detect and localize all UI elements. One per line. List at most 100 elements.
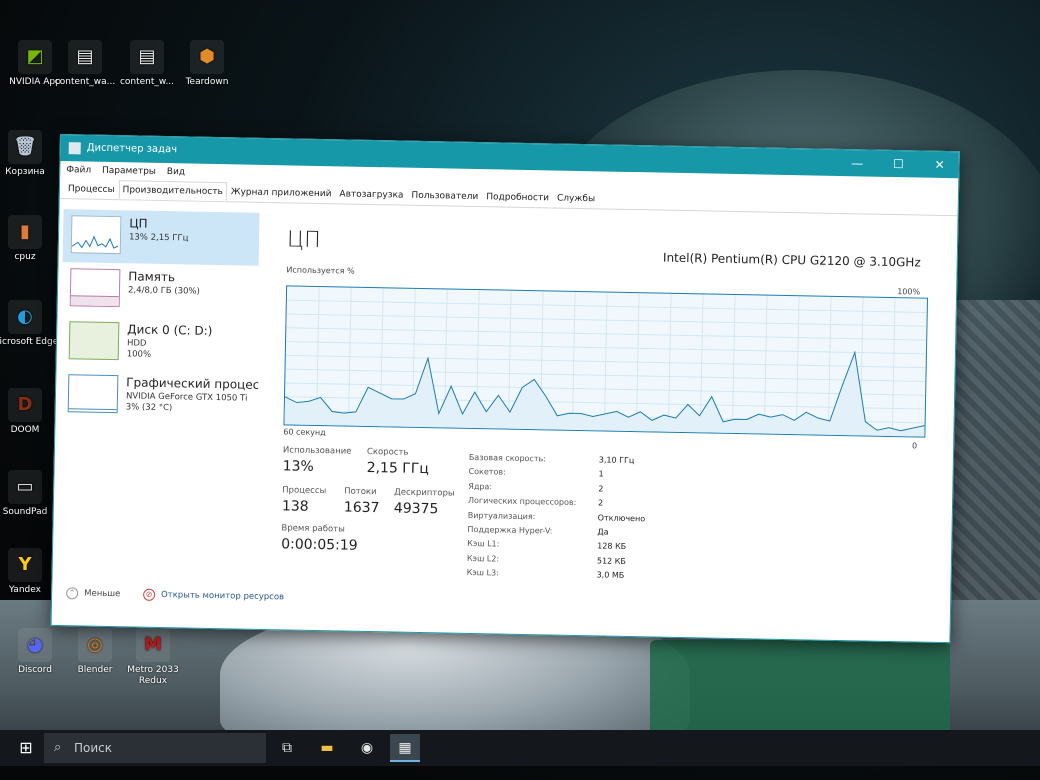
max-label: 100% bbox=[897, 287, 921, 297]
min-label: 0 bbox=[911, 441, 918, 451]
cpu-usage-graph bbox=[283, 285, 929, 438]
gpu-thumbnail bbox=[67, 374, 119, 414]
desktop-icon[interactable]: ▭ SoundPad bbox=[0, 470, 60, 518]
desktop-icon-label: SoundPad bbox=[2, 507, 48, 517]
resource-subtitle: HDD 100% bbox=[127, 338, 152, 360]
desktop-icon[interactable]: ▤ content_wa... bbox=[50, 40, 120, 88]
app-icon: 🗑 bbox=[8, 130, 42, 164]
spec-row: Кэш L3: 3,0 МБ bbox=[467, 566, 645, 584]
task-manager-icon bbox=[68, 142, 81, 155]
resource-monitor-link[interactable]: ⊘ Открыть монитор ресурсов bbox=[142, 588, 285, 603]
task-manager-window: Диспетчер задач — ☐ ✕ Файл Параметры Вид… bbox=[50, 134, 960, 644]
resource-gpu[interactable]: Графический процессор NVIDIA GeForce GTX… bbox=[59, 368, 258, 425]
resource-subtitle: 2,4/8,0 ГБ (30%) bbox=[127, 285, 200, 297]
time-label: 60 секунд bbox=[283, 427, 326, 438]
taskbar: ⊞ ⌕ Поиск ⧉ ▬ ◉ ▦ bbox=[0, 730, 1040, 766]
chevron-up-icon: ⌃ bbox=[66, 587, 79, 600]
stat-handles: Дескрипторы 49375 bbox=[394, 487, 455, 517]
app-icon: ◕ bbox=[18, 628, 52, 662]
desktop-icon[interactable]: M Metro 2033 Redux bbox=[118, 628, 188, 687]
app-icon: ▮ bbox=[8, 215, 42, 249]
menu-options[interactable]: Параметры bbox=[102, 166, 156, 177]
spec-value: 1 bbox=[598, 469, 604, 479]
spec-key: Кэш L3: bbox=[466, 568, 499, 578]
tab-users[interactable]: Пользователи bbox=[407, 186, 482, 206]
cpu-graph-svg bbox=[284, 286, 927, 437]
desktop-icon-label: content_wa... bbox=[54, 77, 116, 87]
tab-app-history[interactable]: Журнал приложений bbox=[227, 182, 336, 203]
stat-value: 1637 bbox=[343, 499, 380, 517]
tab-startup[interactable]: Автозагрузка bbox=[335, 184, 407, 204]
tab-processes[interactable]: Процессы bbox=[64, 179, 119, 199]
resource-disk[interactable]: Диск 0 (C: D:) HDD 100% bbox=[61, 315, 258, 372]
desktop-icon[interactable]: ▮ cpuz bbox=[0, 215, 60, 263]
minimize-icon[interactable]: — bbox=[838, 150, 876, 177]
windows-start-icon[interactable]: ⊞ bbox=[14, 736, 38, 760]
resource-memory[interactable]: Память 2,4/8,0 ГБ (30%) bbox=[62, 262, 259, 319]
app-icon: M bbox=[136, 628, 170, 662]
stat-uptime: Время работы 0:00:05:19 bbox=[281, 523, 358, 553]
desktop-icon-label: content_w... bbox=[119, 77, 175, 87]
tab-details[interactable]: Подробности bbox=[482, 187, 553, 207]
desktop-icon-label: Metro 2033 Redux bbox=[127, 665, 179, 686]
resource-monitor-label: Открыть монитор ресурсов bbox=[160, 590, 285, 603]
footer: ⌃ Меньше ⊘ Открыть монитор ресурсов bbox=[66, 587, 284, 603]
stat-speed: Скорость 2,15 ГГц bbox=[366, 447, 429, 477]
resource-subtitle: NVIDIA GeForce GTX 1050 Ti 3% (32 °C) bbox=[125, 391, 248, 414]
desktop-icon[interactable]: 🗑 Корзина bbox=[0, 130, 60, 178]
stat-label: Скорость bbox=[366, 446, 409, 458]
resource-monitor-icon: ⊘ bbox=[142, 588, 156, 601]
stat-label: Потоки bbox=[344, 486, 377, 498]
memory-thumbnail bbox=[69, 268, 121, 308]
resource-cpu[interactable]: ЦП 13% 2,15 ГГц bbox=[62, 209, 260, 266]
cpu-specs: Базовая скорость: 3,10 ГГц Сокетов: 1 Ядра: 2… bbox=[467, 451, 647, 584]
search-icon: ⌕ bbox=[54, 740, 62, 755]
close-icon[interactable]: ✕ bbox=[920, 152, 958, 179]
stat-value: 2,15 ГГц bbox=[366, 459, 430, 478]
window-controls: — ☐ ✕ bbox=[838, 150, 959, 178]
stat-label: Дескрипторы bbox=[394, 487, 455, 499]
spec-value: 128 КБ bbox=[597, 541, 627, 552]
app-icon: ▤ bbox=[68, 40, 102, 74]
desktop-icon[interactable]: ◐ Microsoft Edge bbox=[0, 300, 60, 348]
spec-value: 2 bbox=[597, 498, 604, 508]
tab-performance[interactable]: Производительность bbox=[118, 180, 227, 202]
resource-title: Память bbox=[128, 269, 176, 285]
cpu-thumbnail bbox=[70, 215, 122, 255]
desktop-icon[interactable]: D DOOM bbox=[0, 388, 60, 436]
desktop-icon-label: Yandex bbox=[9, 585, 41, 595]
stat-threads: Потоки 1637 bbox=[344, 487, 380, 517]
steam-icon[interactable]: ◉ bbox=[352, 734, 382, 762]
fewer-details-link[interactable]: ⌃ Меньше bbox=[66, 587, 123, 600]
resource-subtitle: 13% 2,15 ГГц bbox=[128, 232, 189, 244]
task-manager-taskbar-icon[interactable]: ▦ bbox=[390, 734, 420, 762]
stat-usage: Использование 13% bbox=[283, 445, 352, 475]
stat-value: 138 bbox=[281, 498, 309, 515]
desktop-icon-label: cpuz bbox=[14, 252, 36, 262]
stat-value: 13% bbox=[282, 458, 314, 475]
menu-view[interactable]: Вид bbox=[167, 167, 185, 177]
app-icon: ◩ bbox=[18, 40, 52, 74]
menu-file[interactable]: Файл bbox=[66, 165, 91, 175]
cpu-heading: ЦП bbox=[286, 227, 321, 254]
desktop-icon-label: DOOM bbox=[10, 425, 40, 435]
stat-label: Процессы bbox=[282, 485, 327, 497]
desktop-icon-label: Discord bbox=[18, 665, 52, 675]
fewer-details-label: Меньше bbox=[84, 588, 121, 600]
maximize-icon[interactable]: ☐ bbox=[879, 151, 917, 178]
app-icon: ▭ bbox=[8, 470, 42, 504]
desktop-icon[interactable]: ⬢ Teardown bbox=[172, 40, 242, 88]
app-icon: ◐ bbox=[8, 300, 42, 334]
tab-services[interactable]: Службы bbox=[553, 188, 599, 208]
stat-value: 49375 bbox=[393, 500, 439, 518]
search-box[interactable]: ⌕ Поиск bbox=[44, 733, 266, 763]
app-icon: Y bbox=[8, 548, 42, 582]
spec-value: 3,10 ГГц bbox=[598, 455, 635, 466]
app-icon: ▤ bbox=[130, 40, 164, 74]
file-explorer-icon[interactable]: ▬ bbox=[312, 734, 342, 762]
spec-value: Отключено bbox=[597, 513, 646, 523]
desktop-icon-label: Microsoft Edge bbox=[0, 337, 59, 347]
spec-value: 512 КБ bbox=[596, 556, 626, 566]
task-view-icon[interactable]: ⧉ bbox=[272, 734, 302, 762]
cpu-panel: ЦП Intel(R) Pentium(R) CPU G2120 @ 3.10G… bbox=[273, 213, 950, 586]
